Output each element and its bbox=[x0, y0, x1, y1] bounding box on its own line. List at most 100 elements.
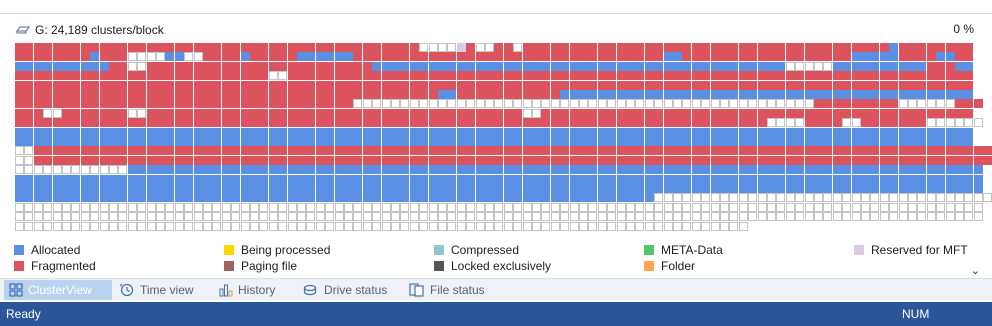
cluster-block bbox=[663, 174, 673, 184]
cluster-block bbox=[297, 71, 306, 81]
cluster-block bbox=[15, 165, 24, 175]
cluster-block bbox=[99, 174, 109, 184]
tab-drive-status[interactable]: Drive status bbox=[298, 280, 392, 300]
cluster-block bbox=[729, 174, 739, 184]
cluster-block bbox=[522, 155, 532, 165]
cluster-block bbox=[607, 202, 617, 212]
tab-history[interactable]: History bbox=[214, 280, 280, 300]
cluster-block bbox=[832, 90, 842, 99]
cluster-block bbox=[240, 174, 250, 184]
cluster-block bbox=[569, 90, 579, 99]
cluster-block bbox=[381, 61, 391, 71]
cluster-block bbox=[776, 146, 786, 156]
tab-time-view[interactable]: Time view bbox=[114, 280, 199, 300]
cluster-block bbox=[315, 90, 325, 99]
cluster-block bbox=[409, 108, 419, 118]
cluster-block bbox=[156, 90, 165, 99]
cluster-block bbox=[240, 202, 250, 212]
cluster-block bbox=[24, 90, 34, 99]
cluster-block bbox=[475, 155, 485, 165]
cluster-block bbox=[588, 137, 598, 146]
cluster-block bbox=[814, 52, 823, 62]
legend-label: Reserved for MFT bbox=[871, 243, 968, 257]
cluster-block bbox=[560, 99, 570, 109]
cluster-block bbox=[767, 99, 776, 109]
cluster-block bbox=[644, 165, 654, 175]
cluster-block bbox=[691, 165, 701, 175]
cluster-block bbox=[644, 43, 654, 52]
cluster-block bbox=[522, 212, 532, 222]
cluster-block bbox=[691, 212, 701, 222]
cluster-block bbox=[908, 127, 917, 137]
tab-file-status[interactable]: File status bbox=[404, 280, 490, 300]
cluster-block bbox=[278, 174, 288, 184]
cluster-block bbox=[353, 137, 363, 146]
cluster-block bbox=[287, 127, 297, 137]
cluster-block bbox=[456, 43, 466, 52]
cluster-block bbox=[62, 118, 71, 128]
cluster-block bbox=[973, 174, 983, 184]
cluster-block bbox=[654, 99, 664, 109]
cluster-block bbox=[579, 202, 588, 212]
cluster-block bbox=[137, 202, 147, 212]
tab-cluster-view[interactable]: ClusterView bbox=[4, 280, 112, 300]
cluster-block bbox=[80, 174, 90, 184]
cluster-block bbox=[33, 71, 43, 81]
cluster-block bbox=[127, 61, 137, 71]
cluster-block bbox=[485, 202, 494, 212]
cluster-block bbox=[353, 193, 363, 203]
cluster-block bbox=[851, 108, 861, 118]
cluster-block bbox=[682, 61, 692, 71]
cluster-block bbox=[466, 184, 476, 193]
cluster-block bbox=[400, 174, 410, 184]
cluster-block bbox=[109, 137, 118, 146]
legend-item-compressed: Compressed bbox=[434, 242, 519, 258]
cluster-block bbox=[654, 127, 664, 137]
cluster-block bbox=[767, 118, 776, 128]
cluster-block bbox=[720, 80, 729, 90]
cluster-block bbox=[964, 212, 974, 222]
cluster-block bbox=[757, 90, 767, 99]
chevron-down-icon[interactable]: ⌄ bbox=[971, 264, 980, 277]
cluster-block bbox=[597, 52, 607, 62]
cluster-block bbox=[475, 52, 485, 62]
cluster-block bbox=[447, 184, 457, 193]
cluster-block bbox=[861, 71, 870, 81]
cluster-block bbox=[33, 165, 43, 175]
cluster-block bbox=[127, 165, 137, 175]
cluster-block bbox=[456, 202, 466, 212]
cluster-block bbox=[353, 212, 363, 222]
cluster-block bbox=[597, 146, 607, 156]
cluster-block bbox=[372, 99, 382, 109]
cluster-block bbox=[917, 99, 927, 109]
cluster-block bbox=[485, 221, 494, 231]
cluster-block bbox=[635, 202, 645, 212]
cluster-block bbox=[785, 174, 795, 184]
allocated-swatch bbox=[14, 245, 24, 255]
cluster-block bbox=[315, 165, 325, 175]
cluster-block bbox=[626, 43, 635, 52]
cluster-block bbox=[503, 184, 513, 193]
cluster-block bbox=[80, 90, 90, 99]
cluster-block bbox=[964, 99, 974, 109]
cluster-block bbox=[287, 165, 297, 175]
cluster-block bbox=[71, 202, 81, 212]
cluster-block bbox=[315, 127, 325, 137]
cluster-block bbox=[118, 146, 128, 156]
cluster-block bbox=[673, 212, 682, 222]
cluster-block bbox=[71, 43, 81, 52]
cluster-block bbox=[616, 221, 626, 231]
cluster-block bbox=[391, 193, 400, 203]
cluster-block bbox=[315, 71, 325, 81]
cluster-block bbox=[973, 99, 983, 109]
cluster-block bbox=[221, 146, 231, 156]
cluster-block bbox=[62, 71, 71, 81]
cluster-block bbox=[973, 184, 983, 193]
cluster-block bbox=[268, 118, 278, 128]
cluster-block bbox=[127, 71, 137, 81]
cluster-block bbox=[43, 43, 53, 52]
cluster-block bbox=[513, 61, 523, 71]
cluster-block bbox=[287, 184, 297, 193]
cluster-block bbox=[964, 165, 974, 175]
cluster-block bbox=[588, 127, 598, 137]
